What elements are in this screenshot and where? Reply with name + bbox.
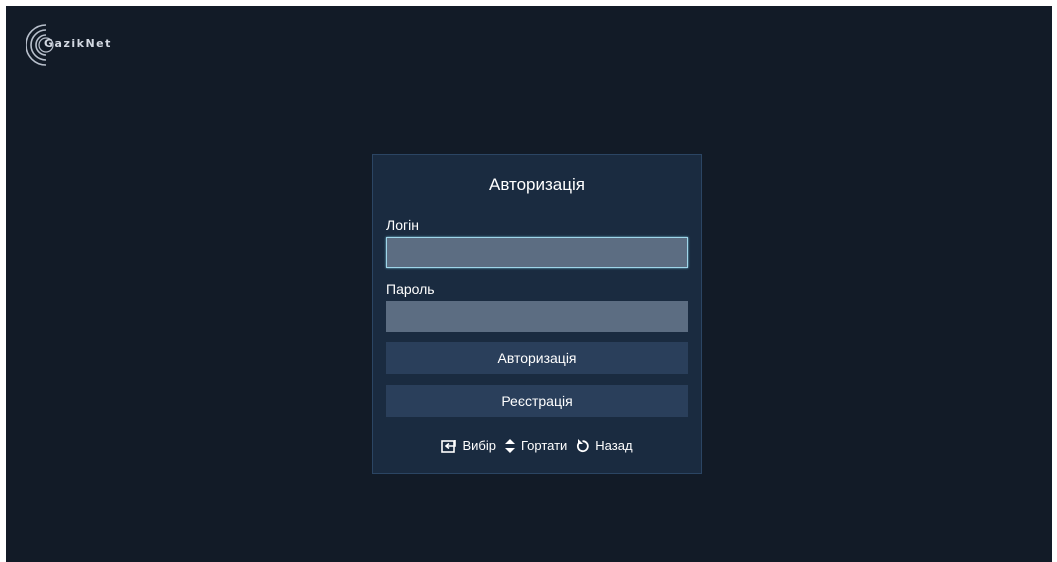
app-screen: GazikNet Авторизація Логін Пароль Автори…	[6, 6, 1052, 562]
hint-back-label: Назад	[595, 438, 633, 453]
logo-text: GazikNet	[44, 37, 112, 50]
hint-select-label: Вибір	[462, 438, 496, 453]
authorize-button[interactable]: Авторизація	[386, 342, 688, 374]
hint-select: Вибір	[441, 438, 496, 453]
key-hints: Вибір Гортати Назад	[373, 438, 701, 453]
hint-scroll-label: Гортати	[520, 438, 568, 453]
up-down-arrows-icon	[504, 438, 515, 453]
enter-icon	[441, 439, 457, 453]
password-input[interactable]	[386, 301, 688, 332]
login-label: Логін	[386, 217, 419, 233]
hint-scroll: Гортати	[504, 438, 567, 453]
password-label: Пароль	[386, 281, 435, 297]
logo: GazikNet	[26, 21, 110, 69]
dialog-title: Авторизація	[489, 175, 585, 194]
register-button[interactable]: Реєстрація	[386, 385, 688, 417]
back-arrow-icon	[577, 439, 589, 453]
hint-back: Назад	[575, 438, 633, 453]
login-dialog: Авторизація Логін Пароль Авторизація Реє…	[372, 154, 702, 474]
login-input[interactable]	[386, 237, 688, 268]
